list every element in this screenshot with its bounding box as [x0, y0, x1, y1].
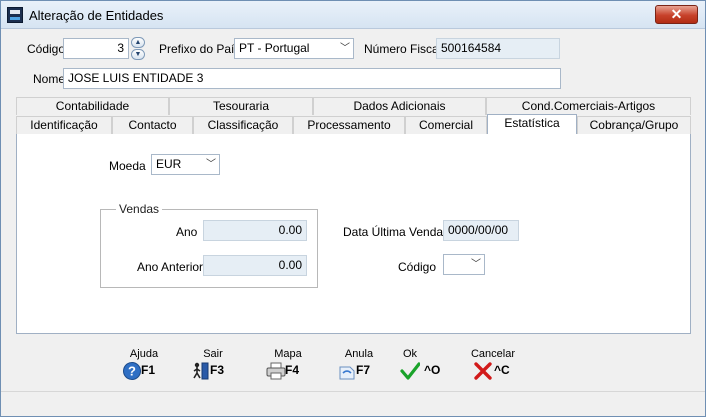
- moeda-select[interactable]: EUR ﹀: [151, 154, 220, 175]
- entity-edit-window: Alteração de Entidades ✕ Código 3 ▲ ▼ Pr…: [0, 0, 706, 417]
- exit-button[interactable]: Sair F3: [188, 348, 238, 388]
- numero-fiscal-field[interactable]: 500164584: [436, 38, 560, 59]
- nome-label: Nome: [33, 72, 66, 86]
- tab-classificacao[interactable]: Classificação: [193, 116, 293, 134]
- chevron-down-icon[interactable]: ﹀: [340, 39, 350, 58]
- cancel-button-caption: Cancelar: [470, 348, 516, 360]
- tab-cobranca-grupo[interactable]: Cobrança/Grupo: [577, 116, 691, 134]
- svg-text:?: ?: [128, 364, 136, 379]
- prefixo-pais-label: Prefixo do País: [159, 42, 241, 56]
- cancel-icon: [474, 362, 492, 380]
- exit-button-key: F3: [210, 363, 225, 377]
- ano-field[interactable]: 0.00: [203, 220, 307, 241]
- ok-button[interactable]: Ok ^O: [397, 348, 447, 388]
- help-icon: ?: [123, 362, 141, 380]
- data-ultima-venda-label: Data Última Venda: [343, 225, 444, 239]
- print-map-button[interactable]: Mapa F4: [263, 348, 313, 388]
- cancel-button-key: ^C: [494, 363, 510, 377]
- help-button-caption: Ajuda: [129, 348, 159, 360]
- moeda-value: EUR: [156, 157, 182, 171]
- tab-contabilidade[interactable]: Contabilidade: [16, 97, 169, 115]
- exit-button-caption: Sair: [203, 348, 223, 360]
- moeda-label: Moeda: [109, 159, 146, 173]
- tab-row-top: Contabilidade Tesouraria Dados Adicionai…: [16, 97, 691, 115]
- status-bar: [1, 391, 705, 416]
- tab-tesouraria[interactable]: Tesouraria: [169, 97, 313, 115]
- spin-up-icon[interactable]: ▲: [131, 37, 145, 48]
- ok-button-key: ^O: [424, 363, 441, 377]
- prefixo-pais-select[interactable]: PT - Portugal ﹀: [234, 38, 354, 59]
- help-button-key: F1: [141, 363, 156, 377]
- codigo-spinner[interactable]: ▲ ▼: [131, 37, 145, 60]
- title-bar: Alteração de Entidades ✕: [1, 1, 705, 29]
- data-ultima-venda-field[interactable]: 0000/00/00: [443, 220, 519, 241]
- tab-dados-adicionais[interactable]: Dados Adicionais: [313, 97, 486, 115]
- codigo-field[interactable]: 3: [63, 38, 129, 59]
- ano-label: Ano: [176, 225, 198, 239]
- tab-identificacao[interactable]: Identificação: [16, 116, 112, 134]
- printer-icon: [266, 362, 286, 380]
- tab-contacto[interactable]: Contacto: [112, 116, 193, 134]
- vendas-group-title: Vendas: [116, 202, 163, 216]
- ok-button-caption: Ok: [403, 348, 418, 360]
- tab-row-bottom: Identificação Contacto Classificação Pro…: [16, 114, 691, 134]
- codigo-estatistica-select[interactable]: ﹀: [443, 254, 485, 275]
- codigo-estatistica-label: Código: [398, 260, 437, 274]
- ano-anterior-field[interactable]: 0.00: [203, 255, 307, 276]
- tab-estatistica[interactable]: Estatística: [487, 114, 577, 134]
- tab-processamento[interactable]: Processamento: [293, 116, 405, 134]
- print-map-button-key: F4: [285, 363, 300, 377]
- chevron-down-icon[interactable]: ﹀: [471, 255, 481, 274]
- cancel-button[interactable]: Cancelar ^C: [467, 348, 519, 388]
- nome-field[interactable]: JOSE LUIS ENTIDADE 3: [63, 68, 561, 89]
- codigo-label: Código: [27, 42, 66, 56]
- spin-down-icon[interactable]: ▼: [131, 49, 145, 60]
- window-title: Alteração de Entidades: [29, 8, 164, 23]
- undo-button-caption: Anula: [344, 348, 374, 360]
- help-button[interactable]: Ajuda ? F1: [119, 348, 169, 388]
- numero-fiscal-label: Número Fiscal: [364, 42, 442, 56]
- print-map-button-caption: Mapa: [274, 348, 302, 360]
- undo-button[interactable]: Anula F7: [334, 348, 384, 388]
- close-button[interactable]: ✕: [655, 5, 698, 24]
- ano-anterior-label: Ano Anterior: [137, 260, 204, 274]
- tab-cond-comerciais-artigos[interactable]: Cond.Comerciais-Artigos: [486, 97, 691, 115]
- app-icon: [7, 7, 23, 23]
- checkmark-icon: [400, 362, 420, 380]
- exit-icon: [193, 362, 209, 380]
- undo-icon: [339, 366, 355, 380]
- tab-comercial[interactable]: Comercial: [405, 116, 487, 134]
- undo-button-key: F7: [356, 363, 371, 377]
- chevron-down-icon[interactable]: ﹀: [206, 155, 216, 174]
- prefixo-pais-value: PT - Portugal: [239, 41, 310, 55]
